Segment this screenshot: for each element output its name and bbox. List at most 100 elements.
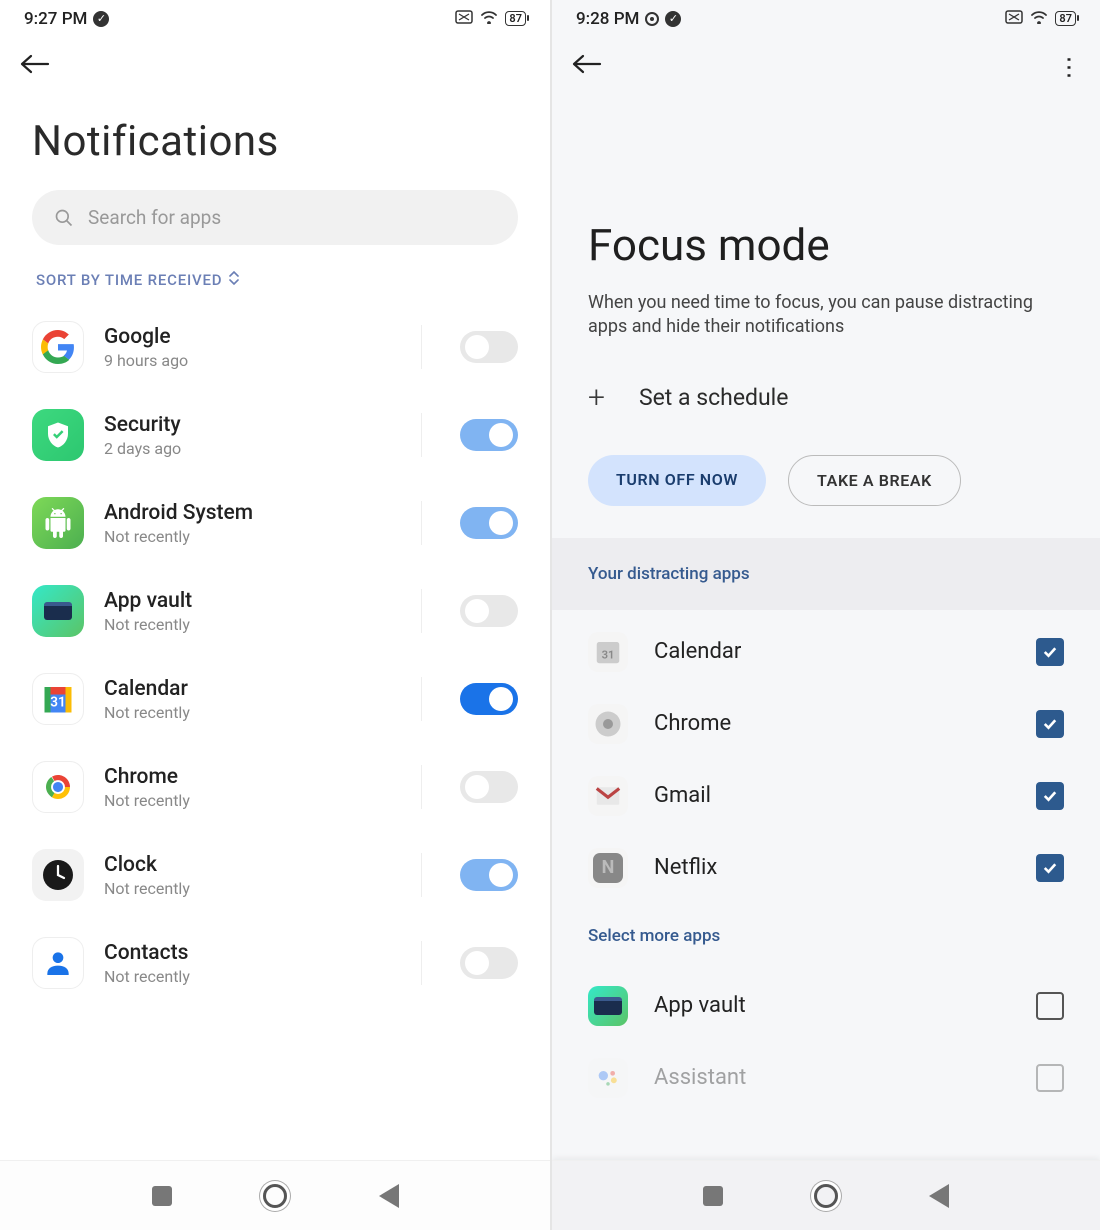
notification-toggle[interactable] [460,419,518,451]
page-title: Notifications [0,99,550,190]
app-name: Android System [104,501,401,525]
wifi-icon [1029,8,1049,29]
more-app-row[interactable]: Assistant [580,1042,1072,1114]
home-button[interactable] [263,1184,287,1208]
search-input[interactable]: Search for apps [32,190,518,245]
divider [421,589,422,633]
app-subtitle: 2 days ago [104,439,401,458]
app-checkbox[interactable] [1036,710,1064,738]
svg-text:31: 31 [602,648,615,661]
assistant-icon [588,1058,628,1098]
notification-toggle[interactable] [460,331,518,363]
nav-bar: ⋯ [552,33,1100,99]
no-sim-icon [1005,9,1023,29]
app-checkbox[interactable] [1036,854,1064,882]
netflix-g-icon: N [588,848,628,888]
more-app-row[interactable]: App vault [580,970,1072,1042]
plus-icon: + [588,380,605,415]
notification-toggle[interactable] [460,507,518,539]
app-row-security[interactable]: Security 2 days ago [32,391,518,479]
sort-button[interactable]: SORT BY TIME RECEIVED [0,265,550,303]
app-name: Clock [104,853,401,877]
app-subtitle: Not recently [104,879,401,898]
distracting-app-row[interactable]: 31 Calendar [580,616,1072,688]
app-subtitle: Not recently [104,703,401,722]
app-row-clock[interactable]: Clock Not recently [32,831,518,919]
distracting-app-row[interactable]: Gmail [580,760,1072,832]
google-icon [32,321,84,373]
divider [421,853,422,897]
contacts-icon [32,937,84,989]
app-name: Calendar [104,677,401,701]
divider [421,765,422,809]
gmail-g-icon [588,776,628,816]
distracting-app-row[interactable]: Chrome [580,688,1072,760]
back-button[interactable] [20,51,50,81]
app-subtitle: Not recently [104,615,401,634]
status-time: 9:27 PM [24,9,87,29]
divider [421,501,422,545]
focus-mode-screen: 9:28 PM ✓ 87 ⋯ Focus mode When you need … [550,0,1100,1230]
app-row-calendar[interactable]: 31 Calendar Not recently [32,655,518,743]
app-checkbox[interactable] [1036,638,1064,666]
app-name: Chrome [654,711,1010,736]
distracting-apps-list: 31 Calendar Chrome Gmail N Netflix [552,610,1100,904]
notification-toggle[interactable] [460,859,518,891]
page-description: When you need time to focus, you can pau… [552,291,1100,366]
app-name: Contacts [104,941,401,965]
notification-toggle[interactable] [460,595,518,627]
record-icon [645,12,659,26]
security-icon [32,409,84,461]
app-row-appvault[interactable]: App vault Not recently [32,567,518,655]
home-button[interactable] [814,1184,838,1208]
system-nav-bar [0,1160,550,1230]
schedule-label: Set a schedule [639,384,789,411]
recents-button[interactable] [703,1186,723,1206]
notification-toggle[interactable] [460,683,518,715]
app-row-android[interactable]: Android System Not recently [32,479,518,567]
notification-toggle[interactable] [460,771,518,803]
app-list: Google 9 hours ago Security 2 days ago A… [0,303,550,1007]
appvault-icon [32,585,84,637]
notifications-screen: 9:27 PM ✓ 87 Notifications Search for ap… [0,0,550,1230]
system-nav-bar [552,1160,1100,1230]
app-name: App vault [104,589,401,613]
search-placeholder: Search for apps [88,206,221,229]
app-row-contacts[interactable]: Contacts Not recently [32,919,518,1007]
app-subtitle: Not recently [104,967,401,986]
nav-bar [0,33,550,99]
appvault-icon [588,986,628,1026]
back-nav-button[interactable] [929,1184,949,1208]
app-subtitle: 9 hours ago [104,351,401,370]
app-row-google[interactable]: Google 9 hours ago [32,303,518,391]
set-schedule-button[interactable]: + Set a schedule [552,366,1100,443]
back-button[interactable] [572,51,602,81]
app-checkbox[interactable] [1036,1064,1064,1092]
recents-button[interactable] [152,1186,172,1206]
divider [421,677,422,721]
take-a-break-button[interactable]: TAKE A BREAK [788,455,961,506]
app-checkbox[interactable] [1036,782,1064,810]
notification-toggle[interactable] [460,947,518,979]
app-subtitle: Not recently [104,527,401,546]
app-checkbox[interactable] [1036,992,1064,1020]
status-bar: 9:28 PM ✓ 87 [552,0,1100,33]
battery-icon: 87 [1055,11,1076,26]
back-nav-button[interactable] [379,1184,399,1208]
distracting-app-row[interactable]: N Netflix [580,832,1072,904]
status-time: 9:28 PM [576,9,639,29]
android-icon [32,497,84,549]
app-row-chrome[interactable]: Chrome Not recently [32,743,518,831]
app-name: Gmail [654,783,1010,808]
overflow-menu-button[interactable]: ⋯ [1056,56,1084,77]
sync-icon: ✓ [93,11,109,27]
search-icon [54,208,74,228]
battery-icon: 87 [505,11,526,26]
app-name: Chrome [104,765,401,789]
turn-off-now-button[interactable]: TURN OFF NOW [588,455,766,506]
divider [421,941,422,985]
page-title: Focus mode [552,99,1100,291]
select-more-apps-header: Select more apps [552,904,1100,964]
app-name: Calendar [654,639,1010,664]
status-bar: 9:27 PM ✓ 87 [0,0,550,33]
